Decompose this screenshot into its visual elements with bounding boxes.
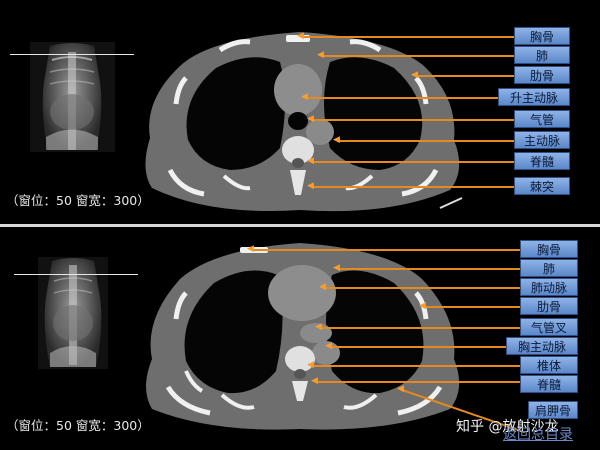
label-desc-aorta-bottom: 胸主动脉 [506,337,578,355]
arrow-tip-rib-bottom: ◀ [419,301,426,311]
window-setting-text-top: （窗位：50 窗宽：300） [6,193,150,208]
label-aorta-top: 主动脉 [514,131,570,149]
slice-marker-top [439,197,463,209]
arrow-tip-lung-top: ◀ [317,50,324,60]
arrow-tip-lung-bottom: ◀ [333,263,340,273]
leader-pulm-artery-bottom [324,287,520,289]
label-spinal-cord-top: 脊髓 [514,152,570,170]
arrow-tip-sternum-bottom: ◀ [247,244,254,254]
label-carina-bottom: 气管叉 [520,318,578,336]
top-ct-panel: （窗位：50 窗宽：300） ◀ ◀ ◀ ◀ ◀ ◀ ◀ ◀ 胸骨 肺 肋骨 升… [0,0,600,224]
label-lung-top: 肺 [514,46,570,64]
leader-aorta-top [338,140,514,142]
leader-carina-bottom [320,327,520,329]
arrow-tip-spinal-cord-top: ◀ [307,156,314,166]
back-to-index-link[interactable]: 返回总目录 [503,424,573,444]
leader-spinal-cord-top [312,161,514,163]
leader-sternum-top [302,36,514,38]
leader-trachea-top [312,119,514,121]
arrow-tip-spinal-cord-bottom: ◀ [311,376,318,386]
leader-desc-aorta-bottom [330,346,520,348]
leader-rib-top [416,75,514,77]
label-sternum-bottom: 胸骨 [520,240,578,258]
label-pulm-artery-bottom: 肺动脉 [520,278,578,296]
arrow-tip-aorta-top: ◀ [333,135,340,145]
label-spinal-cord-bottom: 脊髓 [520,375,578,393]
label-rib-bottom: 肋骨 [520,297,578,315]
arrow-tip-trachea-top: ◀ [307,114,314,124]
window-setting-text-bottom: （窗位：50 窗宽：300） [6,418,150,433]
arrow-tip-vertebra-bottom: ◀ [307,360,314,370]
label-asc-aorta-top: 升主动脉 [498,88,570,106]
leader-spinal-cord-bottom [316,381,520,383]
label-vertebra-bottom: 椎体 [520,356,578,374]
scout-slice-line-bottom [14,274,138,275]
leader-asc-aorta-top [306,97,498,99]
scout-topogram-top [30,42,115,152]
arrow-tip-asc-aorta-top: ◀ [301,92,308,102]
arrow-tip-rib-top: ◀ [411,70,418,80]
label-lung-bottom: 肺 [520,259,578,277]
leader-lung-bottom [338,268,520,270]
leader-rib-bottom [424,306,520,308]
leader-lung-top [322,55,514,57]
arrow-tip-scapula-bottom: ◀ [397,384,404,394]
leader-spinous-top [312,186,514,188]
leader-sternum-bottom [252,249,520,251]
ct-axial-slice-bottom [146,243,460,430]
arrow-tip-pulm-artery-bottom: ◀ [319,282,326,292]
scout-slice-line-top [10,54,134,55]
label-spinous-top: 棘突 [514,177,570,195]
arrow-tip-desc-aorta-bottom: ◀ [325,341,332,351]
arrow-tip-sternum-top: ◀ [297,31,304,41]
arrow-tip-spinous-top: ◀ [307,181,314,191]
leader-vertebra-bottom [312,365,520,367]
arrow-tip-carina-bottom: ◀ [315,322,322,332]
label-trachea-top: 气管 [514,110,570,128]
label-sternum-top: 胸骨 [514,27,570,45]
label-rib-top: 肋骨 [514,66,570,84]
